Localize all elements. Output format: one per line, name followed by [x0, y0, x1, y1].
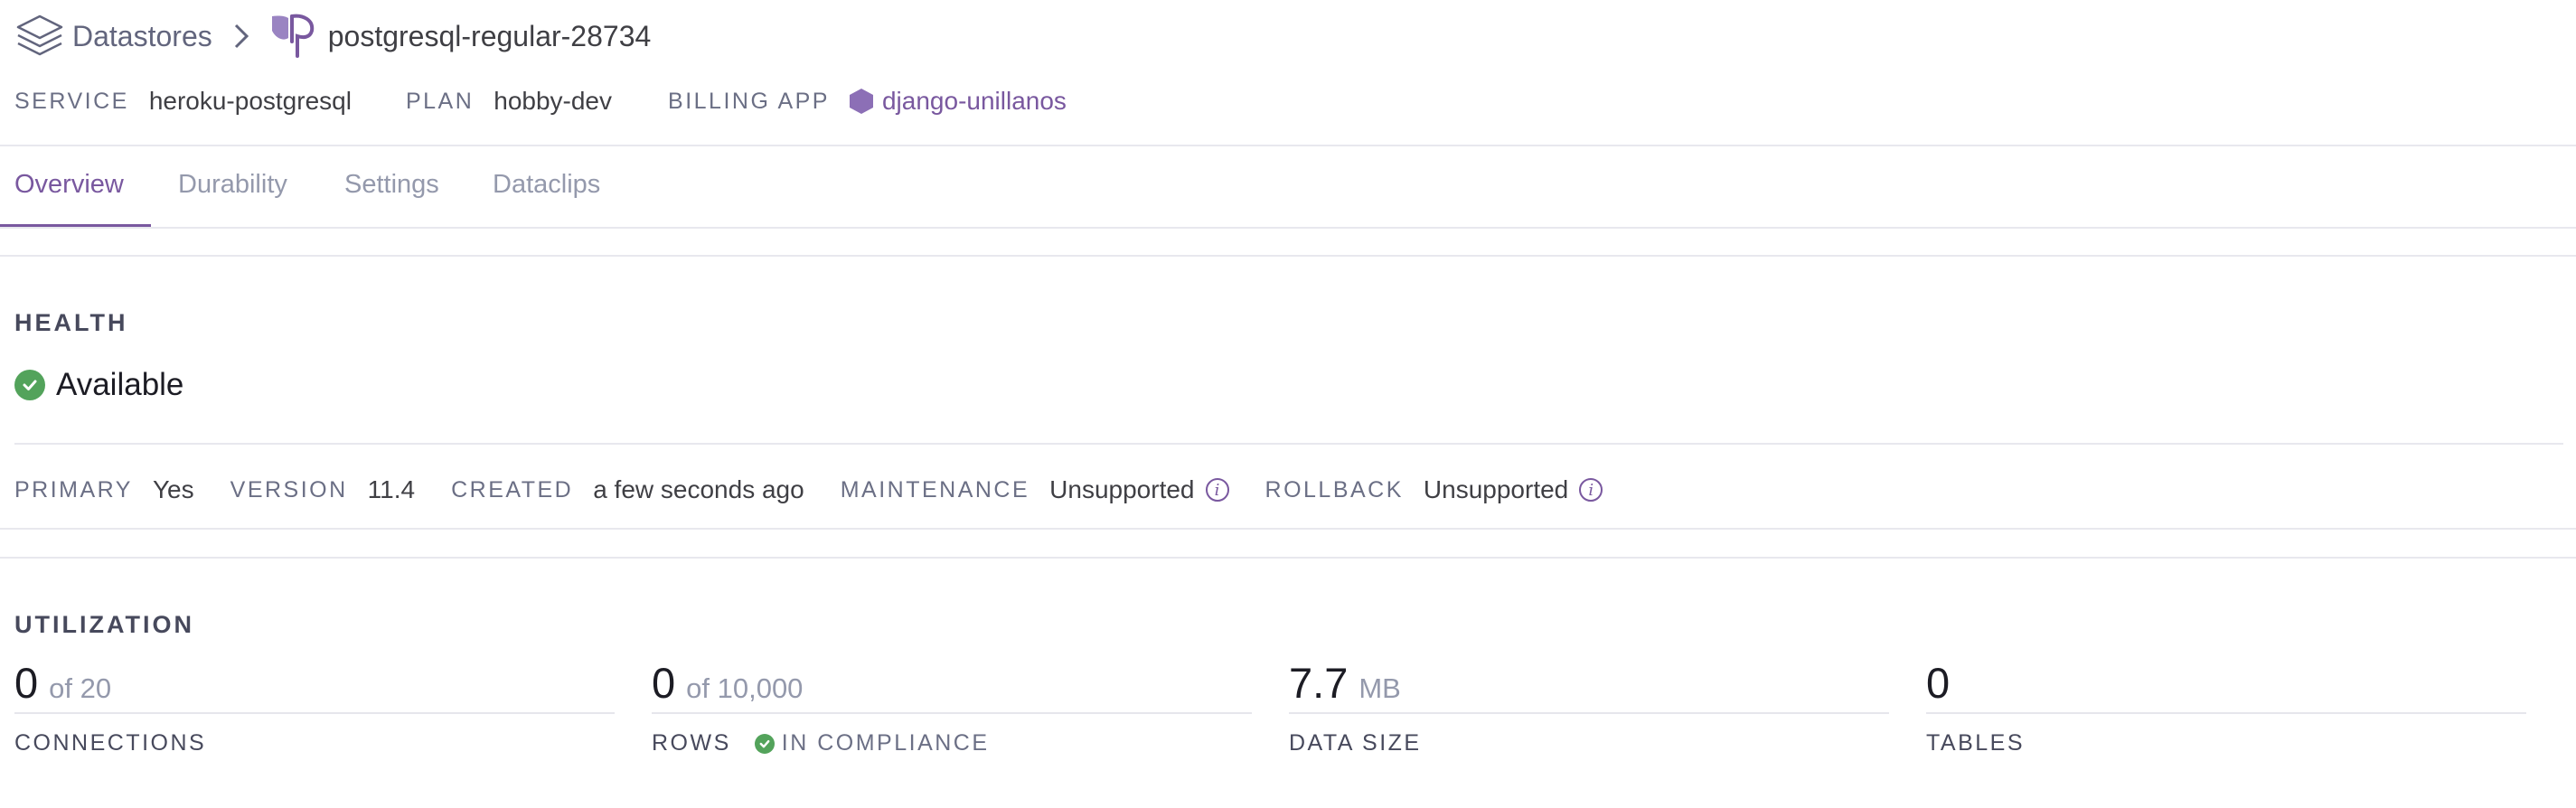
data-size-metric: 7.7 MB: [1289, 658, 1401, 708]
health-divider: [14, 443, 2563, 445]
details-row: PRIMARY Yes VERSION 11.4 CREATED a few s…: [14, 472, 1603, 508]
data-size-unit: MB: [1359, 672, 1401, 704]
health-status: Available: [14, 367, 183, 403]
check-circle-icon: [14, 370, 45, 400]
billing-app-label: BILLING APP: [668, 88, 830, 114]
meta-row: SERVICE heroku-postgresql PLAN hobby-dev…: [14, 85, 1067, 117]
created-label: CREATED: [451, 476, 574, 503]
breadcrumb-datastores-link[interactable]: Datastores: [72, 20, 212, 53]
data-size-underline: [1289, 712, 1889, 714]
data-size-value: 7.7: [1289, 659, 1349, 707]
data-size-label: DATA SIZE: [1289, 730, 1422, 756]
health-status-text: Available: [56, 367, 184, 402]
primary-label: PRIMARY: [14, 476, 133, 503]
page-title: postgresql-regular-28734: [327, 19, 652, 52]
connections-label: CONNECTIONS: [14, 730, 207, 756]
health-title: HEALTH: [14, 309, 128, 336]
connections-metric: 0 of 20: [14, 658, 111, 708]
header-divider: [0, 145, 2576, 146]
version-value: 11.4: [367, 475, 416, 503]
rows-limit: of 10,000: [686, 672, 804, 704]
chevron-right-icon: [232, 23, 250, 50]
tab-dataclips[interactable]: Dataclips: [493, 170, 600, 200]
tables-value: 0: [1926, 659, 1951, 707]
rows-metric: 0 of 10,000: [652, 658, 803, 708]
postgres-elephant-icon: [267, 11, 317, 61]
tables-metric: 0: [1926, 658, 1950, 708]
tabs-divider: [0, 227, 2576, 229]
section-divider-top: [0, 255, 2576, 257]
rows-label-row: ROWS IN COMPLIANCE: [652, 730, 990, 756]
billing-app-link[interactable]: django-unillanos: [882, 87, 1067, 116]
connections-limit: of 20: [49, 672, 112, 704]
utilization-divider-top: [0, 557, 2576, 559]
compliance-status: IN COMPLIANCE: [781, 730, 990, 756]
plan-value: hobby-dev: [494, 87, 613, 115]
rollback-value: Unsupported: [1423, 475, 1569, 503]
compliance-check-icon: [754, 733, 775, 754]
maintenance-label: MAINTENANCE: [840, 476, 1030, 503]
utilization-title: UTILIZATION: [14, 611, 194, 638]
rollback-label: ROLLBACK: [1264, 476, 1404, 503]
maintenance-value: Unsupported: [1049, 475, 1195, 503]
tab-overview[interactable]: Overview: [14, 170, 124, 200]
primary-value: Yes: [152, 475, 194, 503]
details-divider: [0, 528, 2576, 530]
version-label: VERSION: [230, 476, 348, 503]
tables-underline: [1926, 712, 2526, 714]
rows-label: ROWS: [652, 730, 731, 756]
rollback-info-icon[interactable]: i: [1579, 478, 1603, 502]
rows-underline: [652, 712, 1252, 714]
tables-label: TABLES: [1926, 730, 2026, 756]
plan-label: PLAN: [405, 88, 475, 114]
datastores-stack-icon[interactable]: [14, 11, 65, 61]
created-value: a few seconds ago: [593, 475, 804, 503]
connections-underline: [14, 712, 615, 714]
connections-value: 0: [14, 659, 39, 707]
breadcrumb: Datastores postgresql-regular-28734: [14, 11, 651, 61]
service-label: SERVICE: [14, 88, 129, 114]
tab-settings[interactable]: Settings: [344, 170, 439, 200]
maintenance-info-icon[interactable]: i: [1205, 478, 1229, 502]
service-value: heroku-postgresql: [148, 87, 352, 115]
tab-durability[interactable]: Durability: [178, 170, 287, 200]
app-hexagon-icon: [848, 87, 875, 116]
rows-value: 0: [652, 659, 676, 707]
